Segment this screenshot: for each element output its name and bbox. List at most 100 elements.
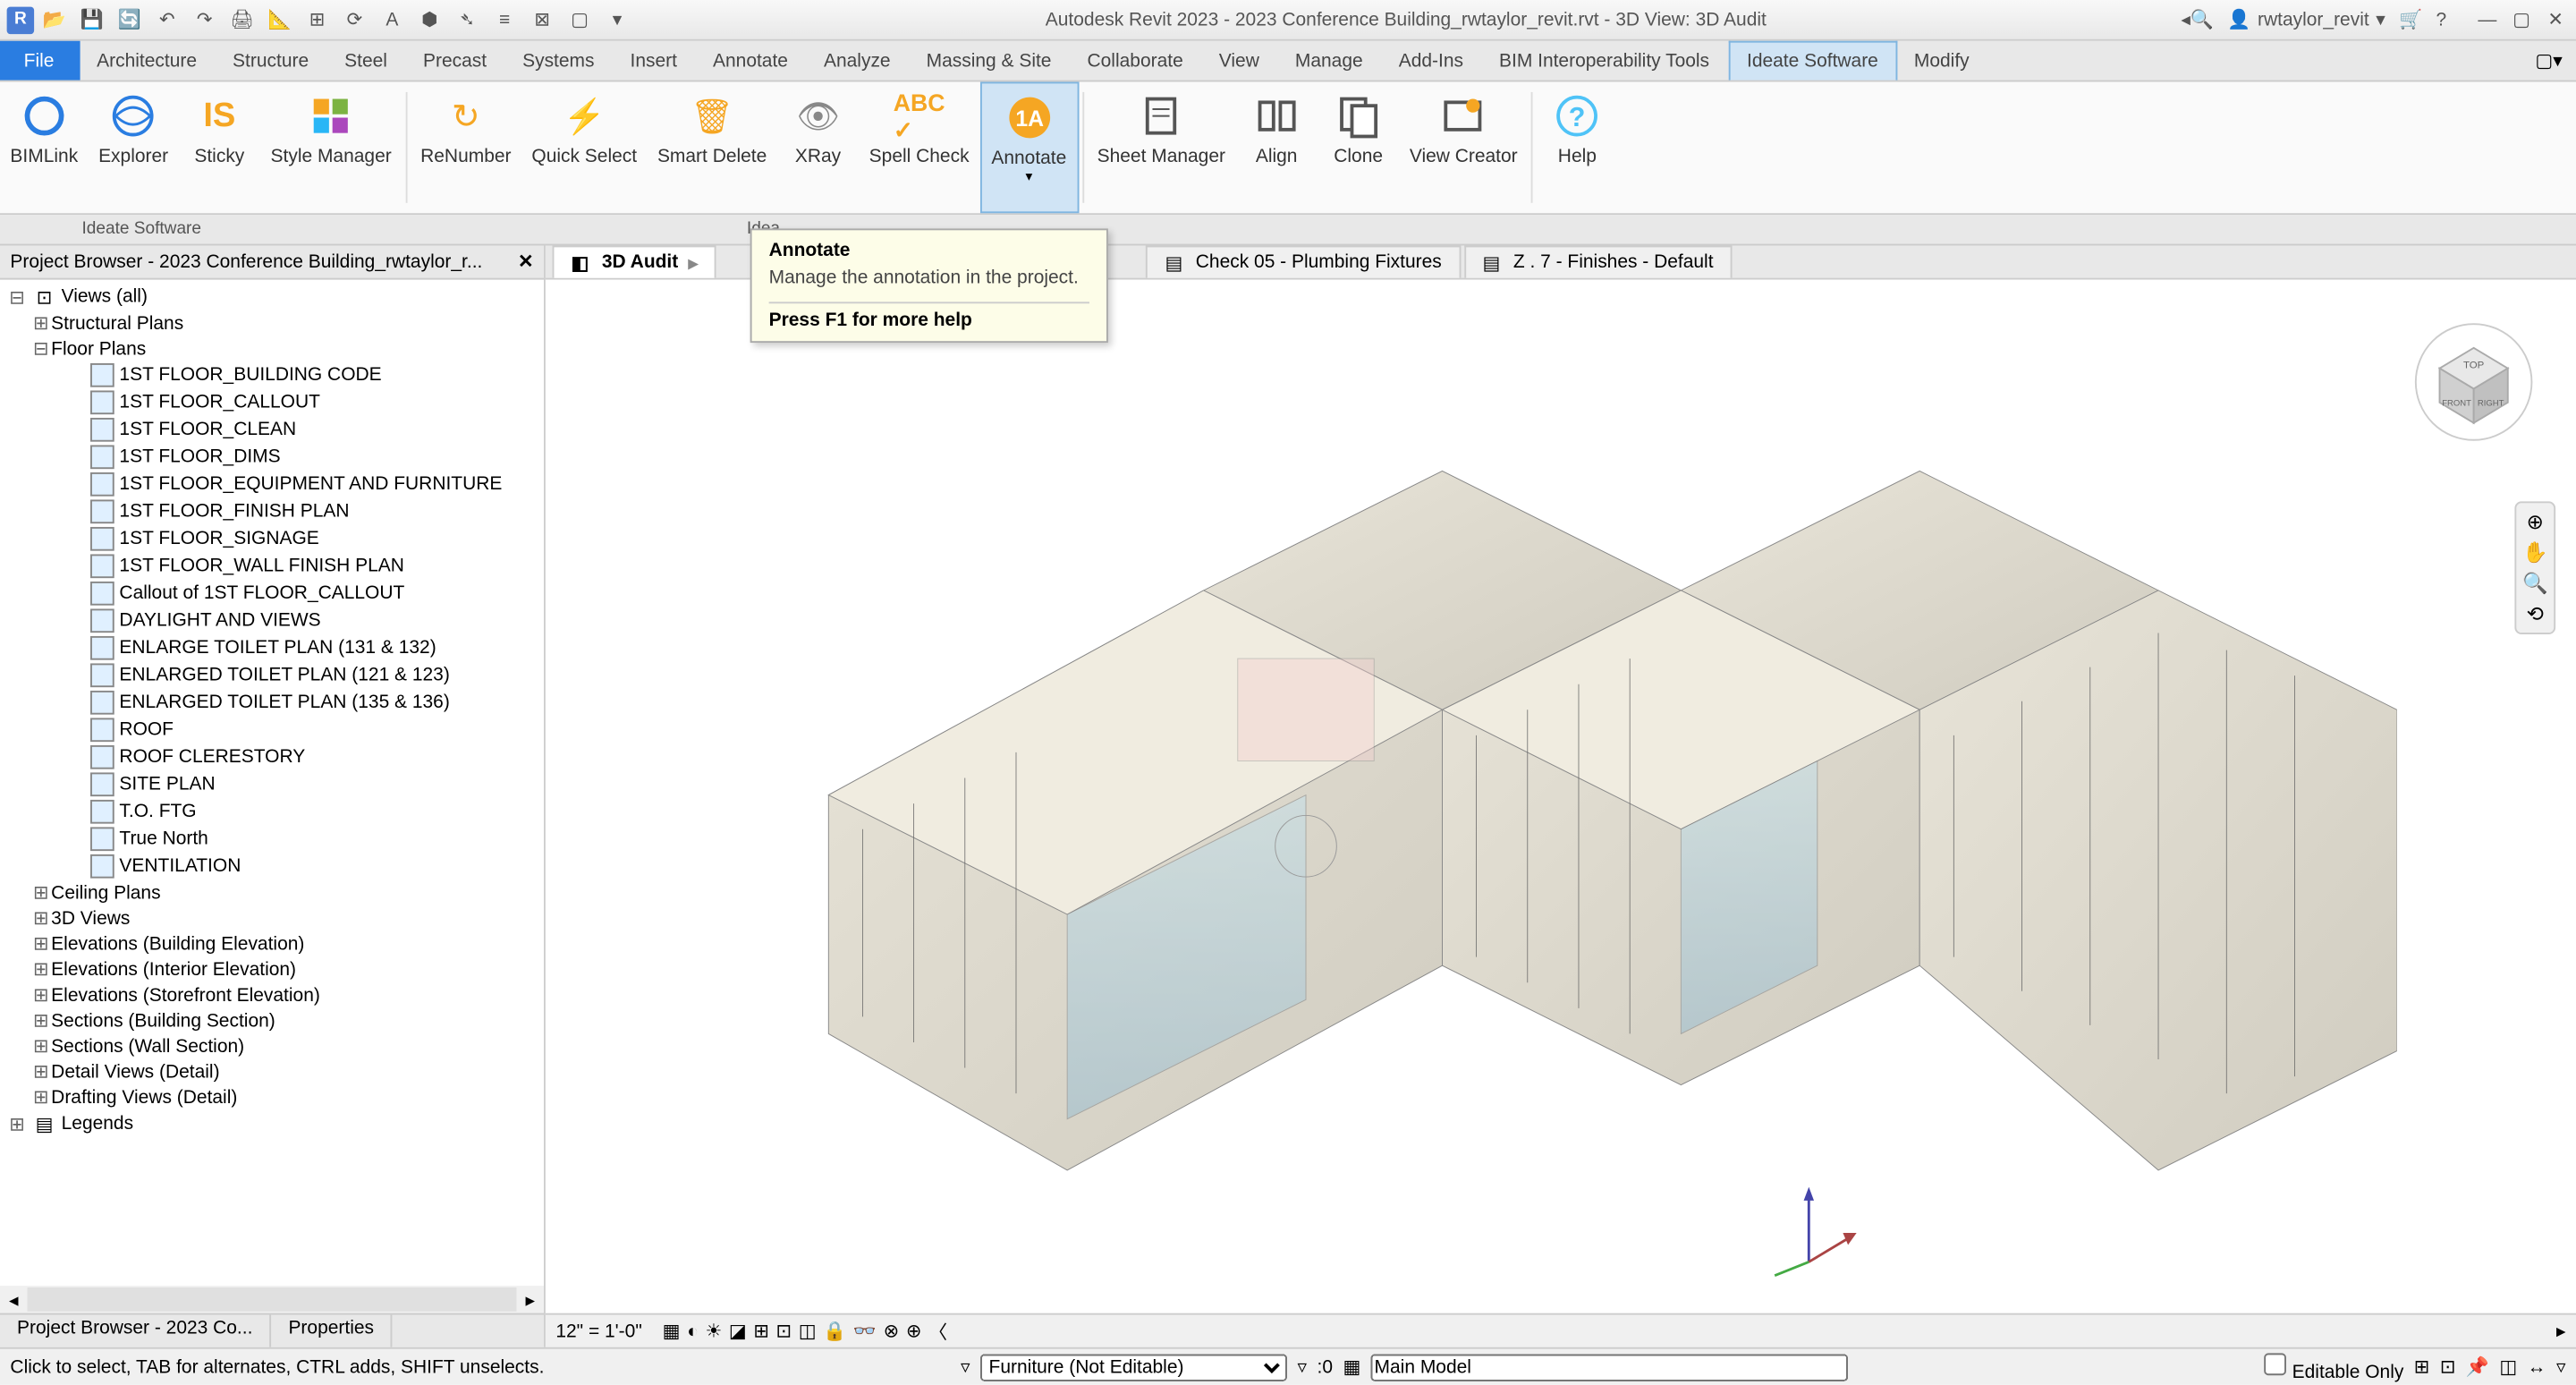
tree-view-item[interactable]: DAYLIGHT AND VIEWS — [0, 608, 544, 634]
tab-collaborate[interactable]: Collaborate — [1070, 41, 1201, 81]
select-underlay-icon[interactable]: ⊡ — [2440, 1355, 2456, 1378]
qat-open-icon[interactable]: 📂 — [41, 6, 68, 33]
minimize-button[interactable]: — — [2474, 8, 2501, 32]
vcb-chevron-icon[interactable]: 〈 — [928, 1317, 947, 1344]
tree-view-item[interactable]: 1ST FLOOR_FINISH PLAN — [0, 498, 544, 525]
tree-view-item[interactable]: ROOF — [0, 717, 544, 743]
tree-root-views[interactable]: ⊟⊡Views (all) — [0, 283, 544, 310]
tab-steel[interactable]: Steel — [327, 41, 406, 81]
tree-view-item[interactable]: VENTILATION — [0, 853, 544, 879]
chevron-right-icon[interactable]: ▸ — [689, 251, 699, 274]
tab-file[interactable]: File — [0, 41, 80, 81]
filter-icon[interactable]: ▿ — [961, 1355, 970, 1378]
vcb-constraints-icon[interactable]: ⊕ — [906, 1320, 922, 1342]
tab-architecture[interactable]: Architecture — [80, 41, 216, 81]
tab-manage[interactable]: Manage — [1278, 41, 1382, 81]
tree-view-item[interactable]: T.O. FTG — [0, 798, 544, 825]
tree-view-item[interactable]: ENLARGED TOILET PLAN (135 & 136) — [0, 689, 544, 716]
qat-thin-icon[interactable]: ≡ — [491, 6, 518, 33]
qat-section-icon[interactable]: ➴ — [453, 6, 480, 33]
tree-view-item[interactable]: ENLARGE TOILET PLAN (131 & 132) — [0, 634, 544, 661]
view-cube[interactable]: TOP FRONT RIGHT — [2405, 314, 2541, 450]
tree-view-item[interactable]: 1ST FLOOR_DIMS — [0, 444, 544, 471]
navigation-bar[interactable]: ⊕ ✋ 🔍 ⟲ — [2514, 501, 2555, 634]
annotate-button[interactable]: 1AAnnotate▾ — [979, 81, 1079, 213]
tree-view-item[interactable]: ROOF CLERESTORY — [0, 743, 544, 770]
qat-redo-icon[interactable]: ↷ — [191, 6, 217, 33]
scale-selector[interactable]: 12" = 1'-0" — [555, 1321, 641, 1341]
qat-print-icon[interactable]: 🖨 — [228, 6, 255, 33]
nav-orbit-icon[interactable]: ⟲ — [2527, 602, 2544, 626]
tree-node[interactable]: ⊞Sections (Wall Section) — [0, 1033, 544, 1059]
tab-modify[interactable]: Modify — [1897, 41, 1988, 81]
tab-addins[interactable]: Add-Ins — [1382, 41, 1482, 81]
quick-select-button[interactable]: ⚡Quick Select — [521, 81, 648, 213]
vcb-render-icon[interactable]: ⊞ — [753, 1320, 769, 1342]
smart-delete-button[interactable]: 🗑Smart Delete — [648, 81, 777, 213]
tree-node[interactable]: ⊞Elevations (Storefront Elevation) — [0, 982, 544, 1008]
project-browser-tree[interactable]: ⊟⊡Views (all) ⊞Structural Plans ⊟Floor P… — [0, 280, 544, 1287]
model-canvas[interactable]: TOP FRONT RIGHT ⊕ ✋ 🔍 ⟲ — [546, 280, 2576, 1313]
vcb-shadow-icon[interactable]: ◪ — [729, 1320, 747, 1342]
qat-sync-icon[interactable]: 🔄 — [116, 6, 143, 33]
view-tab-check05[interactable]: ▤Check 05 - Plumbing Fixtures — [1147, 245, 1461, 277]
filter-selection-icon[interactable]: ▿ — [2556, 1355, 2566, 1378]
select-face-icon[interactable]: ◫ — [2499, 1355, 2517, 1378]
drag-elements-icon[interactable]: ↔ — [2528, 1356, 2546, 1377]
cart-icon[interactable]: 🛒 — [2399, 9, 2422, 31]
tree-node[interactable]: ⊞Detail Views (Detail) — [0, 1059, 544, 1085]
tree-node[interactable]: ⊟Floor Plans — [0, 336, 544, 361]
vcb-lock-icon[interactable]: 🔒 — [823, 1320, 846, 1342]
tab-project-browser[interactable]: Project Browser - 2023 Co... — [0, 1315, 271, 1347]
view-tab-3d-audit[interactable]: ◧3D Audit▸ — [553, 245, 717, 277]
tab-massing[interactable]: Massing & Site — [910, 41, 1071, 81]
align-button[interactable]: Align — [1235, 81, 1317, 213]
tab-insert[interactable]: Insert — [613, 41, 695, 81]
qat-dim-icon[interactable]: ⊞ — [303, 6, 330, 33]
bimlink-button[interactable]: BIMLink — [0, 81, 89, 213]
tree-node[interactable]: ⊞▤Legends — [0, 1110, 544, 1137]
browser-hscroll[interactable]: ◂▸ — [0, 1286, 544, 1313]
select-pinned-icon[interactable]: 📌 — [2466, 1355, 2489, 1378]
view-tab-finishes[interactable]: ▤Z . 7 - Finishes - Default — [1464, 245, 1733, 277]
tree-view-item[interactable]: 1ST FLOOR_SIGNAGE — [0, 525, 544, 552]
maximize-button[interactable]: ▢ — [2508, 8, 2535, 32]
qat-tag-icon[interactable]: ⟳ — [341, 6, 368, 33]
close-button[interactable]: ✕ — [2542, 8, 2569, 32]
tab-view[interactable]: View — [1202, 41, 1278, 81]
tree-node[interactable]: ⊞Ceiling Plans — [0, 880, 544, 906]
workset-icon[interactable]: ▦ — [1343, 1355, 1360, 1378]
tree-view-item[interactable]: 1ST FLOOR_CLEAN — [0, 416, 544, 443]
workset-input[interactable] — [1371, 1353, 1849, 1380]
qat-measure-icon[interactable]: 📐 — [266, 6, 292, 33]
editable-only-checkbox[interactable]: Editable Only — [2265, 1351, 2403, 1383]
view-creator-button[interactable]: View Creator — [1399, 81, 1528, 213]
tree-view-item[interactable]: SITE PLAN — [0, 771, 544, 798]
tree-view-item[interactable]: 1ST FLOOR_BUILDING CODE — [0, 361, 544, 388]
qat-3d-icon[interactable]: ⬢ — [416, 6, 443, 33]
tree-node[interactable]: ⊞3D Views — [0, 905, 544, 931]
qat-switch-icon[interactable]: ▢ — [566, 6, 593, 33]
selection-count-icon[interactable]: ▿ — [1298, 1355, 1308, 1378]
vcb-reveal-icon[interactable]: ⊗ — [884, 1320, 900, 1342]
search-icon[interactable]: ◂🔍 — [2181, 9, 2214, 31]
select-links-icon[interactable]: ⊞ — [2414, 1355, 2430, 1378]
tab-properties[interactable]: Properties — [271, 1315, 393, 1347]
help-button[interactable]: ?Help — [1537, 81, 1618, 213]
clone-button[interactable]: Clone — [1318, 81, 1399, 213]
explorer-button[interactable]: Explorer — [89, 81, 179, 213]
xray-button[interactable]: 👁XRay — [777, 81, 859, 213]
style-manager-button[interactable]: Style Manager — [260, 81, 402, 213]
vcb-temp-hide-icon[interactable]: 👓 — [853, 1320, 877, 1342]
tree-node[interactable]: ⊞Elevations (Interior Elevation) — [0, 956, 544, 982]
qat-dropdown-icon[interactable]: ▾ — [604, 6, 631, 33]
tab-systems[interactable]: Systems — [505, 41, 613, 81]
tab-annotate[interactable]: Annotate — [696, 41, 807, 81]
vcb-scroll-right-icon[interactable]: ▸ — [2556, 1320, 2566, 1342]
vcb-visual-icon[interactable]: ◐ — [687, 1321, 699, 1341]
ribbon-end-dropdown[interactable]: ▢▾ — [2521, 41, 2576, 81]
nav-zoom-icon[interactable]: 🔍 — [2522, 572, 2548, 596]
tab-ideate[interactable]: Ideate Software — [1728, 41, 1897, 81]
tree-view-item[interactable]: 1ST FLOOR_CALLOUT — [0, 389, 544, 416]
renumber-button[interactable]: ↻ReNumber — [411, 81, 521, 213]
